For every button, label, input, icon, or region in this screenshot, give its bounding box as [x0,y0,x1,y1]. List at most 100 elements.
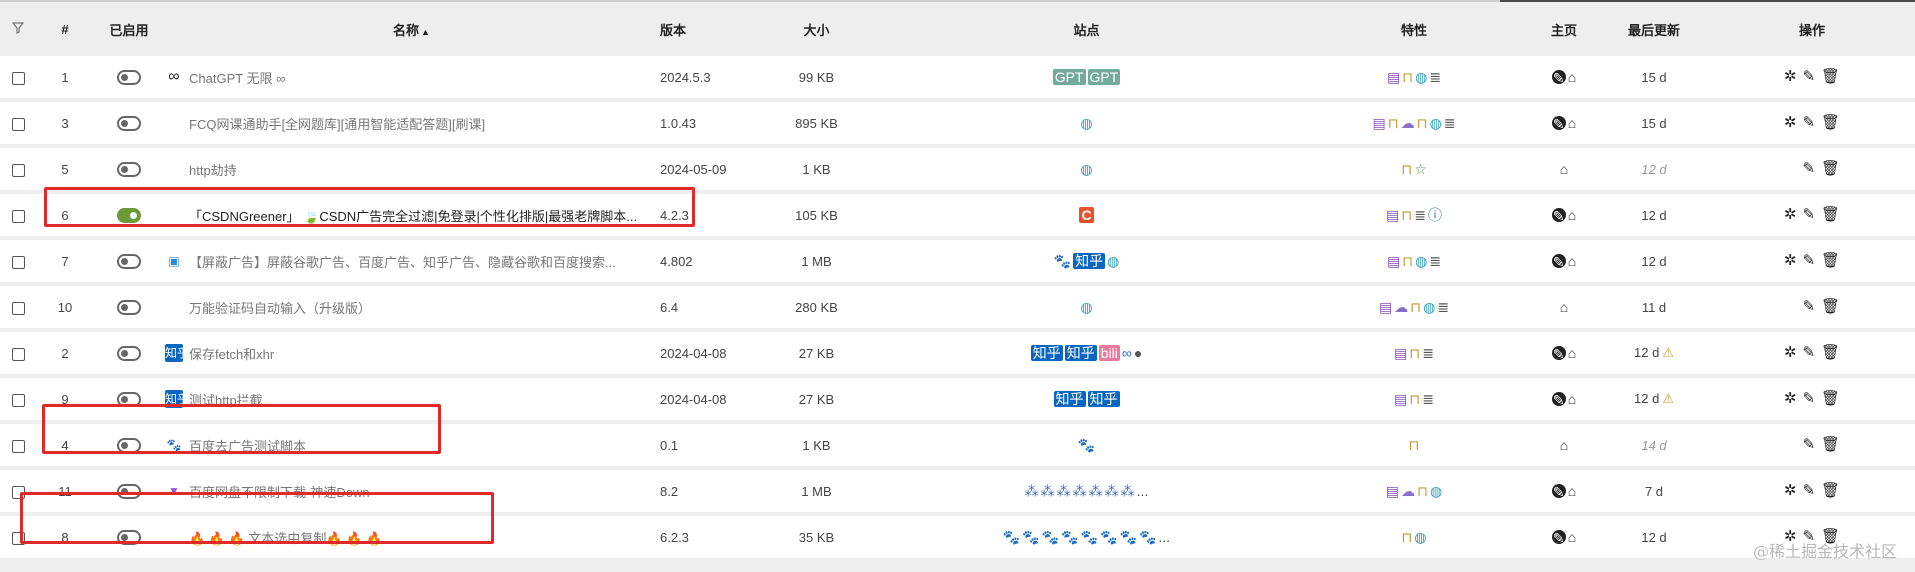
baidu-site-icon[interactable]: 🐾 [1139,529,1156,545]
script-name[interactable]: 「CSDNGreener」 🍃CSDN广告完全过滤|免登录|个性化排版|最强老牌… [189,206,637,225]
globe-site-icon[interactable]: ◍ [1080,115,1092,131]
col-size[interactable]: 大小 [759,2,874,56]
enable-toggle[interactable] [117,530,141,546]
script-name[interactable]: 测试http拦截 [189,390,263,409]
edit-icon[interactable]: ✎ [1802,161,1815,177]
bug-icon[interactable]: ✲ [1784,483,1797,499]
script-name[interactable]: 百度去广告测试脚本 [189,436,306,455]
zhihu-site-icon[interactable]: 知乎 [1053,391,1086,408]
home-icon[interactable]: ⌂ [1568,529,1576,545]
edit-icon[interactable]: ✎ [1802,299,1815,315]
enable-toggle[interactable] [117,346,141,362]
script-name[interactable]: 🔥 🔥 🔥 文本选中复制🔥 🔥 🔥 [189,528,382,547]
wrench-icon[interactable]: ✎ [1551,346,1566,362]
col-updated[interactable]: 最后更新 [1599,2,1709,56]
csdn-site-icon[interactable]: C [1079,207,1094,224]
col-number[interactable]: # [36,2,94,56]
row-checkbox[interactable] [11,301,25,315]
col-version[interactable]: 版本 [659,2,759,56]
zhihu-site-icon[interactable]: 知乎 [1087,391,1120,408]
home-icon[interactable]: ⌂ [1568,115,1576,131]
wrench-icon[interactable]: ✎ [1551,116,1566,132]
trash-icon[interactable]: 🗑 [1821,161,1840,177]
enable-toggle[interactable] [117,70,141,86]
wrench-icon[interactable]: ✎ [1551,254,1566,270]
trash-icon[interactable]: 🗑 [1821,483,1840,499]
row-checkbox[interactable] [11,209,25,223]
edit-icon[interactable]: ✎ [1802,69,1815,85]
bilibili-site-icon[interactable]: bili [1098,345,1120,362]
edit-icon[interactable]: ✎ [1802,115,1815,131]
wrench-icon[interactable]: ✎ [1551,208,1566,224]
row-checkbox[interactable] [11,531,25,545]
row-checkbox[interactable] [11,117,25,131]
home-icon[interactable]: ⌂ [1568,253,1576,269]
trash-icon[interactable]: 🗑 [1821,253,1840,269]
row-checkbox[interactable] [11,163,25,177]
enable-toggle[interactable] [117,438,141,454]
bug-icon[interactable]: ✲ [1784,391,1797,407]
baidu-site-icon[interactable]: 🐾 [1100,529,1117,545]
col-sites[interactable]: 站点 [874,2,1299,56]
bug-icon[interactable]: ✲ [1784,115,1797,131]
baidu-site-icon[interactable]: 🐾 [1022,529,1039,545]
link-site-icon[interactable]: ∞ [1122,345,1132,361]
enable-toggle[interactable] [117,484,141,500]
home-icon[interactable]: ⌂ [1560,299,1568,315]
baidu-site-icon[interactable]: 🐾 [1054,253,1071,269]
row-checkbox[interactable] [11,255,25,269]
globe-site-icon[interactable]: ◍ [1080,299,1092,315]
wrench-icon[interactable]: ✎ [1551,70,1566,86]
script-name[interactable]: 保存fetch和xhr [189,344,274,363]
zhihu-site-icon[interactable]: 知乎 [1073,253,1106,270]
baidupan-site-icon[interactable]: ⁂ [1105,483,1119,499]
trash-icon[interactable]: 🗑 [1821,115,1840,131]
baidu-site-icon[interactable]: 🐾 [1081,529,1098,545]
home-icon[interactable]: ⌂ [1568,345,1576,361]
edit-icon[interactable]: ✎ [1802,391,1815,407]
trash-icon[interactable]: 🗑 [1821,391,1840,407]
home-icon[interactable]: ⌂ [1560,437,1568,453]
globe-site-icon[interactable]: ◍ [1080,161,1092,177]
wrench-icon[interactable]: ✎ [1551,484,1566,500]
baidupan-site-icon[interactable]: ⁂ [1089,483,1103,499]
edit-icon[interactable]: ✎ [1802,437,1815,453]
chatgpt-site-icon[interactable]: GPT [1087,69,1121,86]
edit-icon[interactable]: ✎ [1802,253,1815,269]
edit-icon[interactable]: ✎ [1802,483,1815,499]
enable-toggle[interactable] [117,254,141,270]
filter-icon[interactable] [0,2,36,56]
home-icon[interactable]: ⌂ [1568,207,1576,223]
enable-toggle[interactable] [117,162,141,178]
globe-dark-site-icon[interactable]: ● [1134,345,1142,361]
wrench-icon[interactable]: ✎ [1551,392,1566,408]
enable-toggle[interactable] [117,300,141,316]
script-name[interactable]: 百度网盘不限制下载-神速Down [189,482,370,501]
bug-icon[interactable]: ✲ [1784,345,1797,361]
col-homepage[interactable]: 主页 [1529,2,1599,56]
col-enabled[interactable]: 已启用 [94,2,164,56]
script-name[interactable]: http劫持 [189,160,237,179]
baidupan-site-icon[interactable]: ⁂ [1041,483,1055,499]
more-sites[interactable]: ... [1137,483,1149,499]
enable-toggle[interactable] [117,392,141,408]
trash-icon[interactable]: 🗑 [1821,207,1840,223]
trash-icon[interactable]: 🗑 [1821,69,1840,85]
home-icon[interactable]: ⌂ [1568,391,1576,407]
row-checkbox[interactable] [11,393,25,407]
wrench-icon[interactable]: ✎ [1551,530,1566,546]
enable-toggle[interactable] [117,116,141,132]
bug-icon[interactable]: ✲ [1784,69,1797,85]
row-checkbox[interactable] [11,71,25,85]
zhihu-site-icon[interactable]: 知乎 [1030,345,1063,362]
script-name[interactable]: ChatGPT 无限 ∞ [189,68,285,87]
col-name[interactable]: 名称 ▲ [164,2,659,56]
bug-icon[interactable]: ✲ [1784,253,1797,269]
script-name[interactable]: 【屏蔽广告】屏蔽谷歌广告、百度广告、知乎广告、隐藏谷歌和百度搜索... [189,252,616,271]
script-name[interactable]: FCQ网课通助手[全网题库][通用智能适配答题][刷课] [189,114,485,133]
trash-icon[interactable]: 🗑 [1821,437,1840,453]
row-checkbox[interactable] [11,485,25,499]
baidu-site-icon[interactable]: 🐾 [1003,529,1020,545]
baidupan-site-icon[interactable]: ⁂ [1025,483,1039,499]
col-features[interactable]: 特性 [1299,2,1529,56]
